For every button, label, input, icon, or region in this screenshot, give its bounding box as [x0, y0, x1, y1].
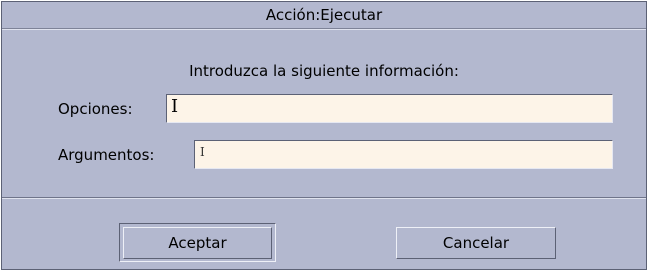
options-input[interactable]: [166, 94, 613, 123]
dialog-prompt: Introduzca la siguiente información:: [189, 62, 459, 80]
dialog-title-bar[interactable]: Acción:Ejecutar: [2, 2, 646, 30]
cancel-button-label: Cancelar: [442, 234, 510, 252]
accept-button[interactable]: Aceptar: [123, 227, 272, 259]
options-label: Opciones:: [58, 100, 133, 118]
accept-button-label: Aceptar: [168, 234, 227, 252]
cancel-button[interactable]: Cancelar: [396, 227, 556, 259]
arguments-label: Argumentos:: [58, 146, 155, 164]
arguments-input[interactable]: [194, 140, 613, 169]
button-area-separator: [2, 197, 646, 199]
action-run-dialog: Acción:Ejecutar Introduzca la siguiente …: [1, 1, 647, 270]
dialog-title: Acción:Ejecutar: [265, 6, 383, 24]
